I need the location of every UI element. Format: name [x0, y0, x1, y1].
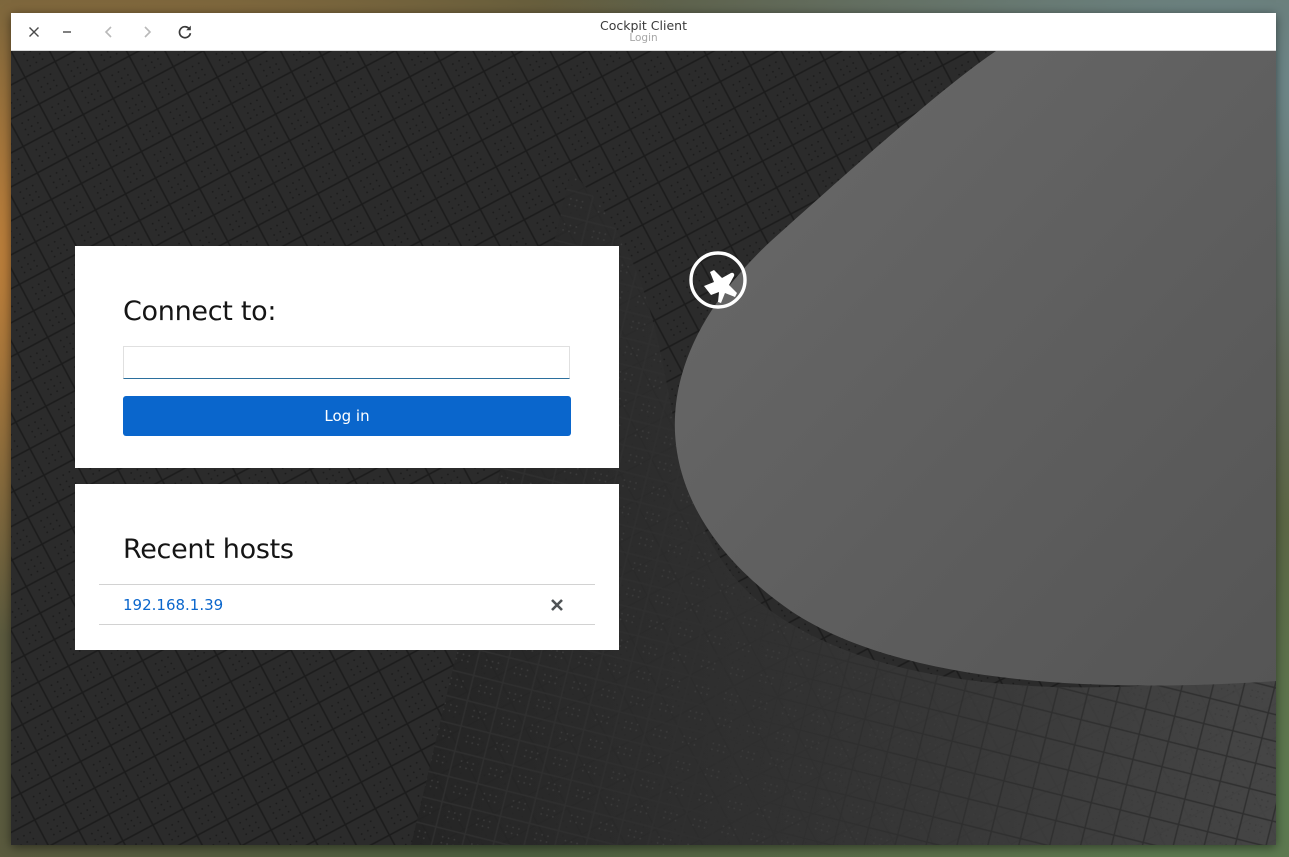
- host-input[interactable]: [123, 346, 570, 379]
- cockpit-logo-icon: [689, 251, 747, 309]
- list-item: 192.168.1.39: [99, 584, 595, 625]
- window-subtitle: Login: [629, 32, 658, 44]
- app-window: Cockpit Client Login Connect to: Log in …: [11, 13, 1276, 845]
- recent-hosts-heading: Recent hosts: [123, 534, 294, 565]
- login-heading: Connect to:: [123, 296, 277, 327]
- remove-host-icon[interactable]: [549, 597, 565, 613]
- login-card: Connect to: Log in: [75, 246, 619, 468]
- login-page: Connect to: Log in Recent hosts 192.168.…: [11, 51, 1276, 845]
- login-button[interactable]: Log in: [123, 396, 571, 436]
- host-link[interactable]: 192.168.1.39: [123, 595, 223, 615]
- window-title: Cockpit Client: [600, 18, 687, 33]
- titlebar: Cockpit Client Login: [11, 13, 1276, 51]
- recent-hosts-card: Recent hosts 192.168.1.39: [75, 484, 619, 650]
- recent-hosts-list: 192.168.1.39: [99, 584, 595, 625]
